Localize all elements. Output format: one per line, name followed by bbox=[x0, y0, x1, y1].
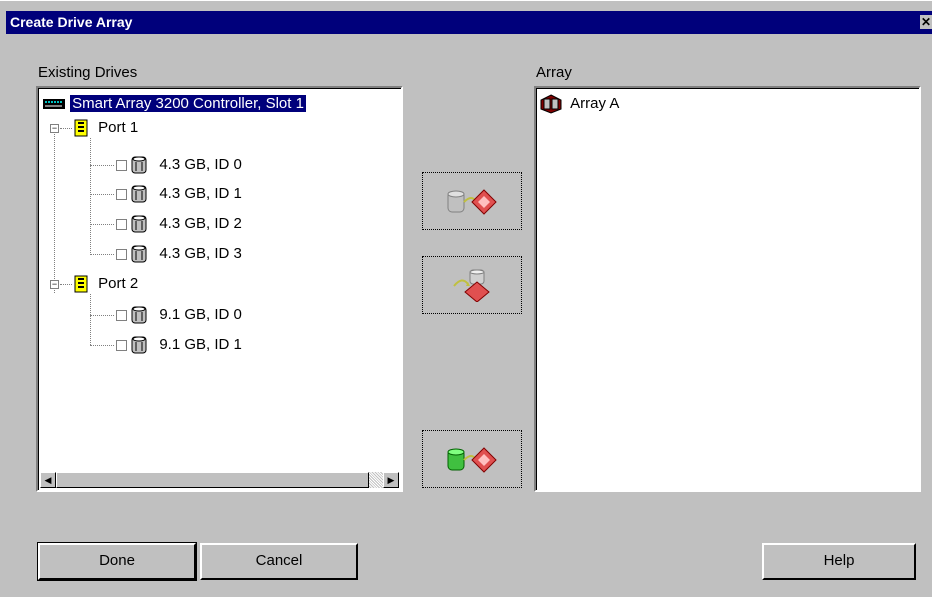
tree-line bbox=[90, 345, 114, 346]
cancel-button[interactable]: Cancel bbox=[200, 543, 358, 580]
drive-item[interactable]: 9.1 GB, ID 1 bbox=[116, 334, 242, 356]
scroll-left-icon[interactable]: ◀ bbox=[40, 472, 56, 488]
assign-spare-drive-icon bbox=[447, 447, 497, 473]
tree-line bbox=[90, 254, 114, 255]
tree-line bbox=[90, 224, 114, 225]
horizontal-scrollbar[interactable]: ◀ ▶ bbox=[40, 472, 399, 488]
tree-line bbox=[60, 128, 72, 129]
drive-checkbox[interactable] bbox=[116, 309, 127, 321]
create-drive-array-dialog: Create Drive Array ✕ Existing Drives Sma… bbox=[0, 0, 932, 597]
collapse-icon[interactable]: − bbox=[50, 124, 59, 133]
tree-line bbox=[60, 284, 72, 285]
disk-drive-icon bbox=[131, 185, 147, 203]
tree-line bbox=[90, 194, 114, 195]
add-drive-button[interactable] bbox=[422, 172, 522, 230]
drive-item[interactable]: 4.3 GB, ID 0 bbox=[116, 154, 242, 176]
controller-node[interactable]: Smart Array 3200 Controller, Slot 1 bbox=[42, 93, 306, 115]
title-bar: Create Drive Array ✕ bbox=[6, 11, 932, 34]
remove-drive-button[interactable] bbox=[422, 256, 522, 314]
drive-item[interactable]: 4.3 GB, ID 2 bbox=[116, 213, 242, 235]
drive-item[interactable]: 4.3 GB, ID 3 bbox=[116, 243, 242, 265]
add-drive-to-array-icon bbox=[447, 189, 497, 215]
window-title: Create Drive Array bbox=[10, 14, 133, 30]
array-item-label: Array A bbox=[570, 95, 620, 112]
collapse-icon[interactable]: − bbox=[50, 280, 59, 289]
drive-checkbox[interactable] bbox=[116, 218, 127, 230]
tree-line bbox=[90, 165, 114, 166]
drive-checkbox[interactable] bbox=[116, 188, 127, 200]
assign-spare-button[interactable] bbox=[422, 430, 522, 488]
scroll-right-icon[interactable]: ▶ bbox=[383, 472, 399, 488]
close-icon[interactable]: ✕ bbox=[920, 15, 932, 29]
disk-drive-icon bbox=[131, 306, 147, 324]
scroll-thumb[interactable] bbox=[56, 472, 369, 488]
disk-drive-icon bbox=[131, 245, 147, 263]
drive-item[interactable]: 9.1 GB, ID 0 bbox=[116, 304, 242, 326]
port-label: Port 1 bbox=[98, 119, 139, 136]
tree-line bbox=[54, 128, 55, 293]
controller-label: Smart Array 3200 Controller, Slot 1 bbox=[70, 95, 306, 112]
port-label: Port 2 bbox=[98, 275, 139, 292]
tree-line bbox=[90, 315, 114, 316]
disk-drive-icon bbox=[131, 156, 147, 174]
array-label: Array bbox=[536, 64, 572, 81]
port-icon bbox=[74, 275, 88, 293]
disk-drive-icon bbox=[131, 336, 147, 354]
existing-drives-label: Existing Drives bbox=[38, 64, 138, 81]
port-node[interactable]: Port 1 bbox=[74, 117, 138, 139]
existing-drives-tree[interactable]: Smart Array 3200 Controller, Slot 1 − Po… bbox=[36, 86, 403, 492]
drive-checkbox[interactable] bbox=[116, 339, 127, 351]
array-list[interactable]: Array A bbox=[534, 86, 921, 492]
help-button[interactable]: Help bbox=[762, 543, 916, 580]
drive-item[interactable]: 4.3 GB, ID 1 bbox=[116, 183, 242, 205]
drive-label: 9.1 GB, ID 1 bbox=[159, 336, 242, 353]
drive-label: 4.3 GB, ID 2 bbox=[159, 215, 242, 232]
remove-drive-from-array-icon bbox=[453, 269, 490, 302]
done-button[interactable]: Done bbox=[37, 542, 197, 581]
drive-label: 4.3 GB, ID 3 bbox=[159, 245, 242, 262]
port-icon bbox=[74, 119, 88, 137]
drive-label: 9.1 GB, ID 0 bbox=[159, 306, 242, 323]
array-icon bbox=[540, 94, 562, 114]
drive-label: 4.3 GB, ID 1 bbox=[159, 185, 242, 202]
drive-checkbox[interactable] bbox=[116, 248, 127, 260]
drive-checkbox[interactable] bbox=[116, 159, 127, 171]
controller-icon bbox=[43, 99, 65, 110]
array-item[interactable]: Array A bbox=[540, 94, 619, 114]
disk-drive-icon bbox=[131, 215, 147, 233]
port-node[interactable]: Port 2 bbox=[74, 273, 138, 295]
tree-line bbox=[90, 138, 91, 255]
drive-label: 4.3 GB, ID 0 bbox=[159, 156, 242, 173]
tree-line bbox=[90, 294, 91, 345]
